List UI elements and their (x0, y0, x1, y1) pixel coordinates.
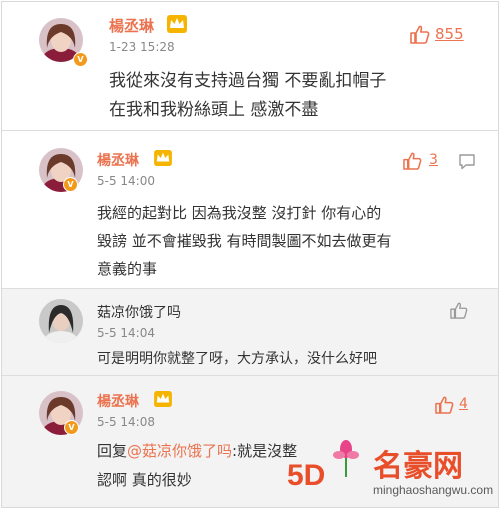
comment-timestamp: 5-5 14:00 (97, 174, 155, 188)
comment-author-name[interactable]: 菇凉你饿了吗 (97, 302, 181, 322)
comment-card: V 楊丞琳 5-5 14:00 3 我經的起對比 因為我沒整 沒打針 你有心的 … (2, 138, 498, 288)
watermark-logo: 5D (287, 459, 326, 492)
comment-author-name[interactable]: 楊丞琳 (109, 15, 154, 36)
reply-text-line: 回复@菇凉你饿了吗:就是沒整 (97, 440, 297, 461)
thumbs-up-icon[interactable] (435, 396, 454, 414)
comment-card: V 楊丞琳 1-23 15:28 855 我從來沒有支持過台獨 不要亂扣帽子 在… (2, 2, 498, 129)
mention-link[interactable]: @菇凉你饿了吗 (127, 442, 232, 460)
comment-text-line: 可是明明你就整了呀，大方承认，没什么好吧 (97, 351, 377, 367)
thumbs-up-icon[interactable] (410, 25, 430, 44)
flower-icon (333, 440, 359, 477)
watermark-brand: 名豪网 (373, 449, 463, 484)
comment-text-line: 我從來沒有支持過台獨 不要亂扣帽子 (109, 71, 387, 91)
watermark-url: minghaoshangwu.com (373, 483, 494, 497)
verified-badge-icon: V (64, 420, 79, 435)
like-count[interactable]: 3 (429, 152, 438, 168)
weibo-comment-thread: V 楊丞琳 1-23 15:28 855 我從來沒有支持過台獨 不要亂扣帽子 在… (1, 1, 499, 508)
like-count[interactable]: 855 (435, 25, 464, 43)
watermark: 5D 名豪网 minghaoshangwu.com (287, 437, 499, 507)
like-count[interactable]: 4 (459, 396, 468, 412)
comment-timestamp: 5-5 14:04 (97, 326, 155, 340)
comment-author-name[interactable]: 楊丞琳 (97, 150, 139, 170)
vip-crown-icon (167, 15, 187, 33)
comment-text-line: 我經的起對比 因為我沒整 沒打針 你有心的 (97, 204, 382, 222)
reply-card: 菇凉你饿了吗 5-5 14:04 可是明明你就整了呀，大方承认，没什么好吧 (2, 289, 498, 375)
comment-text-line: 意義的事 (97, 260, 158, 278)
comment-text-line: 在我和我粉絲頭上 感激不盡 (109, 100, 319, 120)
verified-badge-icon: V (63, 177, 78, 192)
comment-icon[interactable] (458, 153, 476, 170)
vip-crown-icon (154, 391, 172, 407)
comment-author-name[interactable]: 楊丞琳 (97, 391, 139, 411)
comment-timestamp: 1-23 15:28 (109, 40, 175, 54)
thumbs-up-icon[interactable] (450, 302, 468, 319)
comment-text-line: 認啊 真的很妙 (97, 471, 192, 489)
divider (2, 130, 498, 131)
reply-prefix: 回复 (97, 442, 128, 460)
thumbs-up-icon[interactable] (403, 152, 422, 170)
comment-text-line: 毀謗 並不會摧毀我 有時間製圖不如去做更有 (97, 232, 392, 250)
avatar[interactable] (39, 299, 83, 343)
vip-crown-icon (154, 150, 172, 166)
comment-timestamp: 5-5 14:08 (97, 415, 155, 429)
verified-badge-icon: V (73, 52, 88, 67)
